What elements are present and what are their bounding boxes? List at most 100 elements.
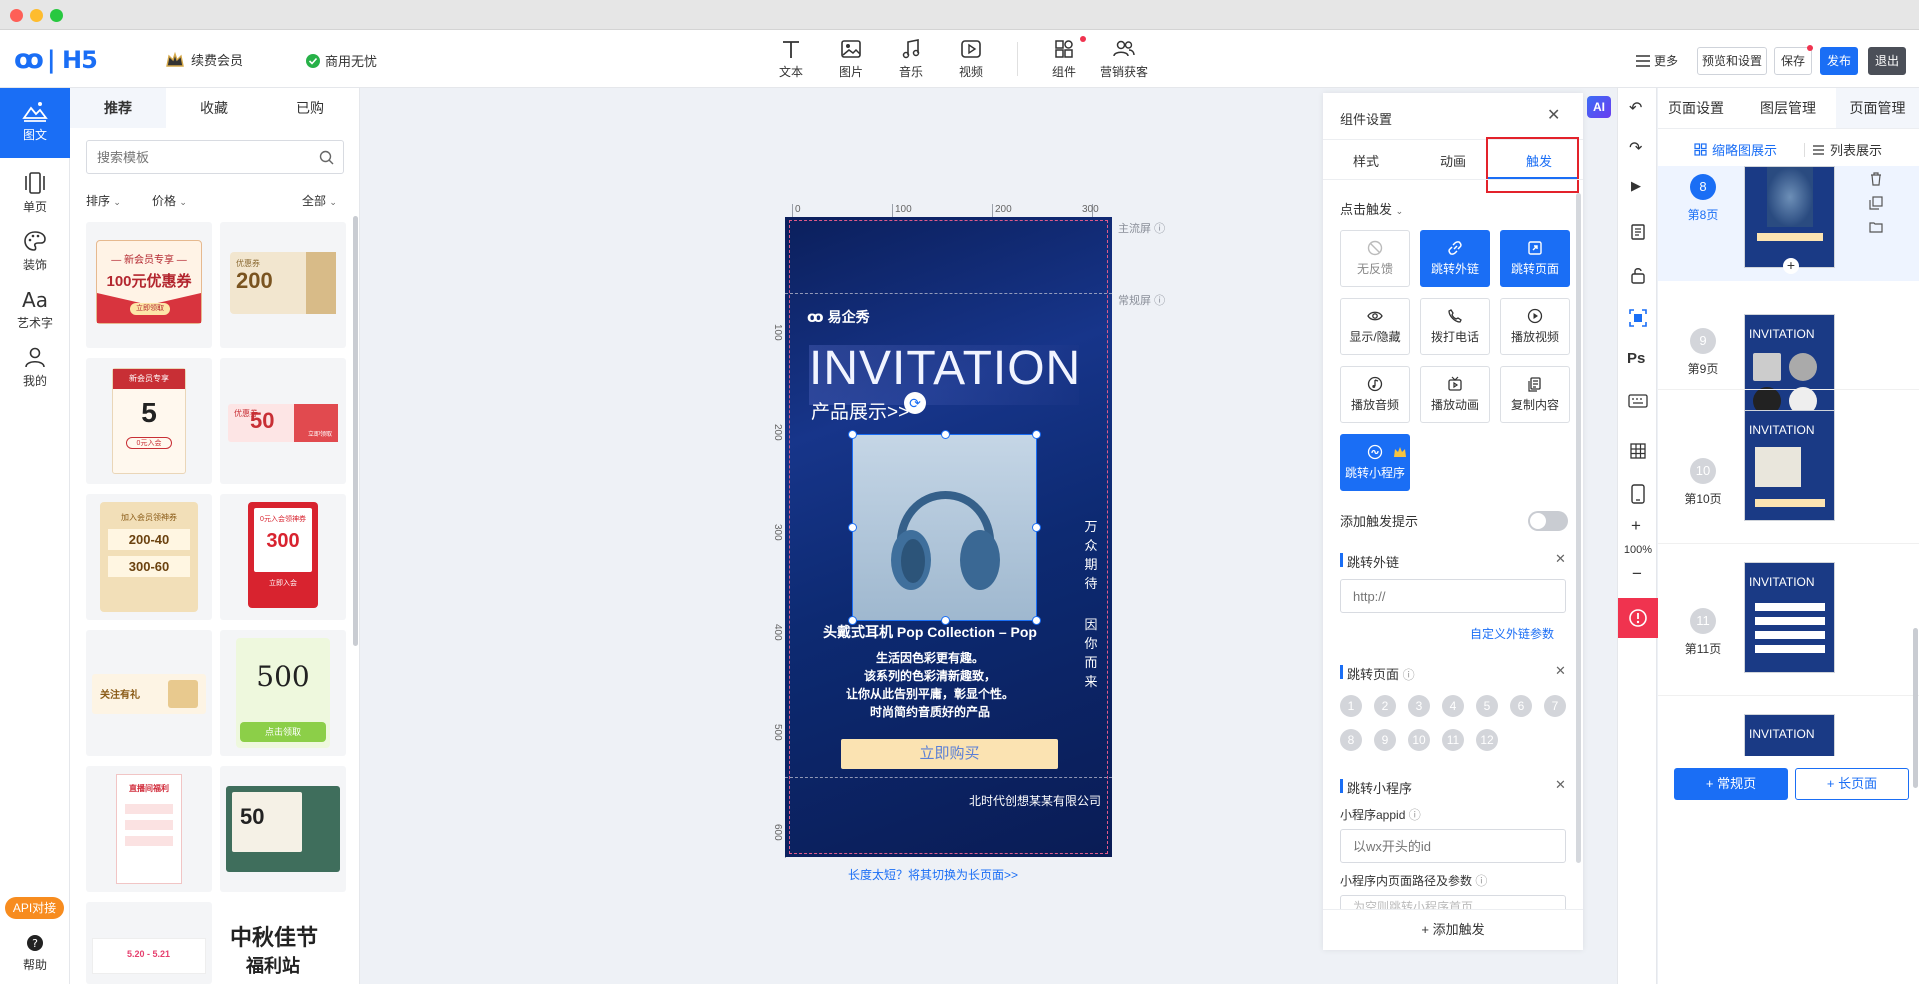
page-number-option[interactable]: 3 bbox=[1408, 695, 1430, 717]
add-hint-toggle[interactable] bbox=[1528, 511, 1568, 531]
template-card[interactable]: 新会员专享 5 0元入会 bbox=[86, 358, 212, 484]
page-number-option[interactable]: 4 bbox=[1442, 695, 1464, 717]
mobile-icon[interactable] bbox=[1630, 484, 1646, 504]
sidebar-item-art-text[interactable]: Aa 艺术字 bbox=[0, 288, 70, 331]
tab-style[interactable]: 样式 bbox=[1353, 151, 1379, 170]
template-card[interactable]: 中秋佳节 福利站 bbox=[220, 902, 346, 984]
sidebar-item-mine[interactable]: 我的 bbox=[0, 346, 70, 389]
trigger-copy-content[interactable]: 复制内容 bbox=[1500, 366, 1570, 423]
path-input[interactable]: 为空则跳转小程序首页 bbox=[1340, 895, 1566, 909]
switch-long-page-link[interactable]: 长度太短？将其切换为长页面>> bbox=[848, 866, 1018, 883]
resize-handle[interactable] bbox=[1032, 430, 1041, 439]
trigger-jump-page[interactable]: 跳转页面 bbox=[1500, 230, 1570, 287]
vip-renew[interactable]: 续费会员 bbox=[165, 50, 243, 69]
page-canvas[interactable]: ꝏ 易企秀 INVITATION 产品展示>> ⟳ 头戴式耳机 Pop Colle… bbox=[785, 217, 1112, 857]
more-menu[interactable]: 更多 bbox=[1636, 52, 1678, 69]
preview-settings-button[interactable]: 预览和设置 bbox=[1697, 47, 1767, 75]
buy-now-button[interactable]: 立即购买 bbox=[841, 739, 1058, 769]
help-button[interactable]: ? 帮助 bbox=[0, 934, 70, 973]
list-view-button[interactable]: 列表展示 bbox=[1812, 140, 1882, 159]
commercial-badge[interactable]: 商用无忧 bbox=[306, 51, 377, 70]
redo-icon[interactable]: ↷ bbox=[1629, 138, 1642, 158]
tab-animation[interactable]: 动画 bbox=[1440, 151, 1466, 170]
trigger-play-animation[interactable]: 播放动画 bbox=[1420, 366, 1490, 423]
template-card[interactable]: 优惠券 50 立即领取 bbox=[220, 358, 346, 484]
page-thumbnail[interactable]: INVITATION bbox=[1744, 410, 1835, 521]
custom-params-link[interactable]: 自定义外链参数 bbox=[1470, 625, 1554, 642]
add-trigger-button[interactable]: + 添加触发 bbox=[1323, 909, 1583, 950]
trigger-no-feedback[interactable]: 无反馈 bbox=[1340, 230, 1410, 287]
resize-handle[interactable] bbox=[941, 430, 950, 439]
template-card[interactable]: 5.20 - 5.21 bbox=[86, 902, 212, 984]
api-connect-button[interactable]: API对接 bbox=[5, 897, 64, 919]
tab-recommend[interactable]: 推荐 bbox=[70, 88, 166, 128]
template-card[interactable]: 优惠券 200 bbox=[220, 222, 346, 348]
vertical-slogan[interactable]: 因你而来 bbox=[1083, 615, 1099, 691]
sidebar-item-single-page[interactable]: 单页 bbox=[0, 172, 70, 215]
remove-mini-program-icon[interactable]: ✕ bbox=[1555, 777, 1566, 793]
trigger-external-link[interactable]: 跳转外链 bbox=[1420, 230, 1490, 287]
product-name[interactable]: 头戴式耳机 Pop Collection – Pop bbox=[785, 622, 1075, 642]
selected-product-image[interactable] bbox=[848, 430, 1041, 625]
close-window-button[interactable] bbox=[10, 9, 23, 22]
component-tool-button[interactable]: 组件 bbox=[1039, 36, 1089, 80]
resize-handle[interactable] bbox=[848, 523, 857, 532]
trigger-mini-program[interactable]: 跳转小程序 bbox=[1340, 434, 1410, 491]
app-logo[interactable]: ꝏ | H5 bbox=[14, 44, 98, 75]
search-icon[interactable] bbox=[319, 150, 334, 165]
all-filter[interactable]: 全部 ⌄ bbox=[302, 192, 337, 209]
template-card[interactable]: 50 bbox=[220, 766, 346, 892]
zoom-out-icon[interactable]: − bbox=[1632, 564, 1642, 584]
template-card[interactable]: 直播间福利 bbox=[86, 766, 212, 892]
vertical-slogan[interactable]: 万众期待 bbox=[1083, 517, 1099, 593]
close-icon[interactable]: ✕ bbox=[1547, 105, 1560, 125]
page-thumbnail[interactable] bbox=[1744, 166, 1835, 268]
tab-purchased[interactable]: 已购 bbox=[262, 88, 358, 128]
publish-button[interactable]: 发布 bbox=[1820, 47, 1858, 75]
rotate-handle-icon[interactable]: ⟳ bbox=[904, 392, 926, 414]
sidebar-item-graphic[interactable]: 图文 bbox=[0, 88, 70, 158]
template-card[interactable]: 0元入会领神券 300 立即入会 bbox=[220, 494, 346, 620]
page-thumbnail[interactable]: INVITATION bbox=[1744, 314, 1835, 425]
marketing-tool-button[interactable]: 营销获客 bbox=[1099, 38, 1149, 80]
page-list-scrollbar[interactable] bbox=[1913, 628, 1918, 788]
page-number-option[interactable]: 1 bbox=[1340, 695, 1362, 717]
alert-button[interactable] bbox=[1618, 598, 1658, 638]
resize-handle[interactable] bbox=[848, 430, 857, 439]
price-filter[interactable]: 价格 ⌄ bbox=[152, 192, 187, 209]
document-icon[interactable] bbox=[1629, 223, 1647, 241]
add-normal-page-button[interactable]: + 常规页 bbox=[1674, 768, 1788, 800]
page-number-option[interactable]: 10 bbox=[1408, 729, 1430, 751]
template-scrollbar[interactable] bbox=[353, 216, 358, 646]
minimize-window-button[interactable] bbox=[30, 9, 43, 22]
tab-page-manager[interactable]: 页面管理 bbox=[1836, 88, 1919, 128]
search-input[interactable] bbox=[87, 141, 297, 173]
product-subtitle[interactable]: 产品展示>> bbox=[811, 397, 909, 424]
undo-icon[interactable]: ↶ bbox=[1629, 98, 1642, 118]
remove-ext-link-icon[interactable]: ✕ bbox=[1555, 551, 1566, 567]
text-tool-button[interactable]: 文本 bbox=[766, 38, 816, 80]
settings-scrollbar[interactable] bbox=[1576, 193, 1581, 863]
template-card[interactable]: 500 点击领取 bbox=[220, 630, 346, 756]
ext-link-input[interactable] bbox=[1340, 579, 1566, 613]
save-button[interactable]: 保存 bbox=[1774, 47, 1812, 75]
page-number-option[interactable]: 9 bbox=[1374, 729, 1396, 751]
page-number-option[interactable]: 6 bbox=[1510, 695, 1532, 717]
template-card[interactable]: 关注有礼 bbox=[86, 630, 212, 756]
resize-handle[interactable] bbox=[1032, 523, 1041, 532]
sidebar-item-decor[interactable]: 装饰 bbox=[0, 230, 70, 273]
template-search[interactable] bbox=[86, 140, 344, 174]
page-number-option[interactable]: 12 bbox=[1476, 729, 1498, 751]
sort-filter[interactable]: 排序 ⌄ bbox=[86, 192, 121, 209]
page-number-option[interactable]: 2 bbox=[1374, 695, 1396, 717]
duplicate-icon[interactable] bbox=[1869, 196, 1883, 210]
ai-button[interactable]: AI bbox=[1587, 96, 1611, 118]
tab-page-settings[interactable]: 页面设置 bbox=[1668, 98, 1724, 118]
template-card[interactable]: — 新会员专享 — 100元优惠券 立即领取 bbox=[86, 222, 212, 348]
invitation-title[interactable]: INVITATION bbox=[809, 341, 1081, 396]
page-number-option[interactable]: 7 bbox=[1544, 695, 1566, 717]
brand-logo[interactable]: ꝏ 易企秀 bbox=[807, 307, 870, 327]
tab-favorites[interactable]: 收藏 bbox=[166, 88, 262, 128]
music-tool-button[interactable]: 音乐 bbox=[886, 38, 936, 80]
trash-icon[interactable] bbox=[1869, 172, 1883, 186]
